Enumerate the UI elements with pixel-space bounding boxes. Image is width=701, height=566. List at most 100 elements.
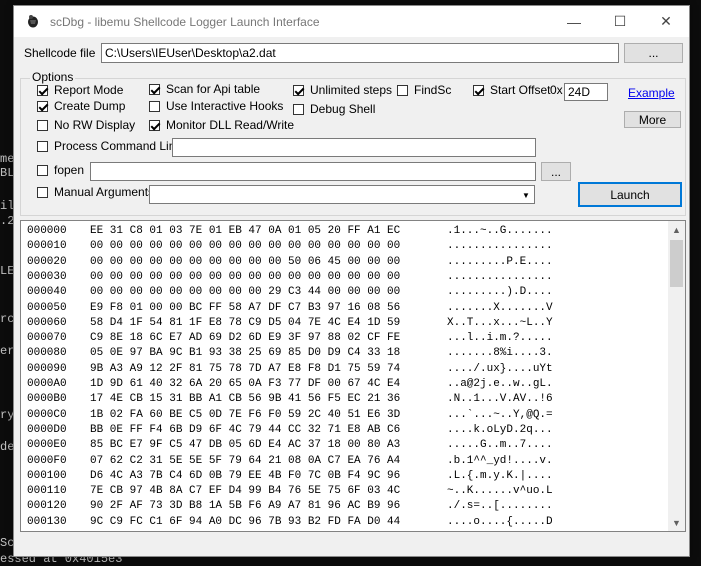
start-offset-label: Start Offset: [490, 83, 551, 97]
report-mode-label: Report Mode: [54, 83, 124, 97]
report-mode-checkbox[interactable]: [37, 85, 48, 96]
hex-ascii: ~..K......v^uo.L: [447, 485, 553, 498]
debug-shell-checkbox[interactable]: [293, 104, 304, 115]
create-dump-label: Create Dump: [54, 99, 126, 113]
process-cmdline-input[interactable]: [172, 138, 536, 157]
hex-bytes: E9 F8 01 00 00 BC FF 58 A7 DF C7 B3 97 1…: [90, 301, 401, 314]
hex-ascii: .......X.......V: [447, 301, 553, 314]
hex-bytes: 90 2F AF 73 3D B8 1A 5B F6 A9 A7 81 96 A…: [90, 500, 401, 513]
scan-api-table-checkbox[interactable]: [149, 84, 160, 95]
hex-offset: 000040: [27, 286, 67, 299]
hex-offset: 0000A0: [27, 378, 67, 390]
hex-ascii: ................: [447, 240, 553, 253]
monitor-dll-label: Monitor DLL Read/Write: [166, 118, 295, 132]
hex-bytes: EE 31 C8 01 03 7E 01 EB 47 0A 01 05 20 F…: [90, 225, 401, 237]
close-button[interactable]: ✕: [643, 6, 689, 37]
hex-offset: 000060: [27, 316, 67, 329]
hex-offset: 0000B0: [27, 393, 67, 406]
hex-ascii: ....o....{.....D: [447, 515, 553, 528]
start-offset-prefix: 0x: [550, 83, 563, 97]
hex-bytes: 05 0E 97 BA 9C B1 93 38 25 69 85 D0 D9 C…: [90, 347, 401, 360]
hex-bytes: 9B A3 A9 12 2F 81 75 78 7D A7 E8 F8 D1 7…: [90, 362, 401, 375]
hex-bytes: 1D 9D 61 40 32 6A 20 65 0A F3 77 DF 00 6…: [90, 378, 401, 390]
hex-offset: 000000: [27, 225, 67, 237]
monitor-dll-checkbox[interactable]: [149, 120, 160, 131]
no-rw-display-checkbox[interactable]: [37, 120, 48, 131]
hex-dump-view[interactable]: 000000 EE 31 C8 01 03 7E 01 EB 47 0A 01 0…: [20, 220, 686, 532]
shellcode-file-label: Shellcode file: [24, 46, 96, 60]
hex-bytes: D6 4C A3 7B C4 6D 0B 79 EE 4B F0 7C 0B F…: [90, 469, 401, 482]
interactive-hooks-checkbox[interactable]: [149, 101, 160, 112]
example-link[interactable]: Example: [628, 86, 675, 100]
hex-offset: 000110: [27, 485, 67, 498]
hex-ascii: ...l..i.m.?.....: [447, 332, 553, 345]
shellcode-browse-button[interactable]: ...: [624, 43, 683, 63]
scroll-up-icon[interactable]: ▲: [668, 221, 685, 238]
more-button[interactable]: More: [624, 111, 681, 128]
hex-offset: 000070: [27, 332, 67, 345]
vertical-scrollbar[interactable]: ▲ ▼: [668, 221, 685, 531]
hex-ascii: .........P.E....: [447, 255, 553, 268]
scroll-down-icon[interactable]: ▼: [668, 514, 685, 531]
findsc-label: FindSc: [414, 83, 452, 97]
scan-api-table-label: Scan for Api table: [166, 82, 261, 96]
hex-bytes: 07 62 C2 31 5E 5E 5F 79 64 21 08 0A C7 E…: [90, 454, 401, 467]
hex-offset: 000050: [27, 301, 67, 314]
fopen-browse-button[interactable]: ...: [541, 162, 571, 181]
start-offset-input[interactable]: 24D: [564, 83, 608, 101]
title-bar[interactable]: scDbg - libemu Shellcode Logger Launch I…: [14, 6, 689, 37]
hex-ascii: .....G..m..7....: [447, 439, 553, 452]
debug-shell-label: Debug Shell: [310, 102, 376, 116]
options-group-title: Options: [30, 70, 76, 84]
manual-args-checkbox[interactable]: [37, 187, 48, 198]
hex-bytes: 00 00 00 00 00 00 00 00 00 00 00 00 00 0…: [90, 270, 401, 283]
close-icon: ✕: [660, 13, 672, 29]
hex-bytes: 00 00 00 00 00 00 00 00 00 00 50 06 45 0…: [90, 255, 401, 268]
hex-bytes: BB 0E FF F4 6B D9 6F 4C 79 44 CC 32 71 E…: [90, 423, 401, 436]
hex-ascii: ................: [447, 270, 553, 283]
hex-bytes: 00 00 00 00 00 00 00 00 00 00 00 00 00 0…: [90, 240, 401, 253]
hex-bytes: 85 BC E7 9F C5 47 DB 05 6D E4 AC 37 18 0…: [90, 439, 401, 452]
maximize-button[interactable]: ☐: [597, 6, 643, 37]
hex-ascii: .L.{.m.y.K.|....: [447, 469, 553, 482]
chevron-down-icon[interactable]: ▼: [518, 186, 534, 203]
process-cmdline-label: Process Command Line: [54, 139, 183, 153]
manual-args-label: Manual Arguments: [54, 185, 155, 199]
window-title: scDbg - libemu Shellcode Logger Launch I…: [50, 15, 320, 29]
hex-ascii: .1...~..G.......: [447, 225, 553, 237]
hex-offset: 000030: [27, 270, 67, 283]
minimize-button[interactable]: —: [551, 6, 597, 37]
hex-ascii: ...`...~..Y,@Q.=: [447, 408, 553, 421]
manual-args-dropdown[interactable]: ▼: [149, 185, 535, 204]
launch-button[interactable]: Launch: [578, 182, 682, 207]
hex-bytes: 9C C9 FC C1 6F 94 A0 DC 96 7B 93 B2 FD F…: [90, 515, 401, 528]
hex-ascii: .N..1...V.AV..!6: [447, 393, 553, 406]
hex-bytes: C9 8E 18 6C E7 AD 69 D2 6D E9 3F 97 88 0…: [90, 332, 401, 345]
unlimited-steps-checkbox[interactable]: [293, 85, 304, 96]
process-cmdline-checkbox[interactable]: [37, 141, 48, 152]
hex-ascii: .........).D....: [447, 286, 553, 299]
hex-ascii: ./.s=..[........: [447, 500, 553, 513]
hex-offset: 0000F0: [27, 454, 67, 467]
create-dump-checkbox[interactable]: [37, 101, 48, 112]
hex-offset: 000120: [27, 500, 67, 513]
shellcode-file-input[interactable]: C:\Users\IEUser\Desktop\a2.dat: [101, 43, 619, 63]
hex-offset: 0000D0: [27, 423, 67, 436]
hex-ascii: ....k.oLyD.2q...: [447, 423, 553, 436]
unlimited-steps-label: Unlimited steps: [310, 83, 393, 97]
hex-bytes: 17 4E CB 15 31 BB A1 CB 56 9B 41 56 F5 E…: [90, 393, 401, 406]
fopen-label: fopen: [54, 163, 85, 177]
no-rw-display-label: No RW Display: [54, 118, 136, 132]
hex-bytes: 00 00 00 00 00 00 00 00 00 29 C3 44 00 0…: [90, 286, 401, 299]
findsc-checkbox[interactable]: [397, 85, 408, 96]
fopen-input[interactable]: [90, 162, 536, 181]
hex-ascii: ..a@2j.e..w..gL.: [447, 378, 553, 390]
hex-bytes: 58 D4 1F 54 81 1F E8 78 C9 D5 04 7E 4C E…: [90, 316, 401, 329]
start-offset-checkbox[interactable]: [473, 85, 484, 96]
hex-ascii: .......8%i....3.: [447, 347, 553, 360]
fopen-checkbox[interactable]: [37, 165, 48, 176]
hex-ascii: ..../.ux}....uYt: [447, 362, 553, 375]
scroll-thumb[interactable]: [670, 240, 683, 287]
hex-offset: 000020: [27, 255, 67, 268]
hex-offset: 0000C0: [27, 408, 67, 421]
